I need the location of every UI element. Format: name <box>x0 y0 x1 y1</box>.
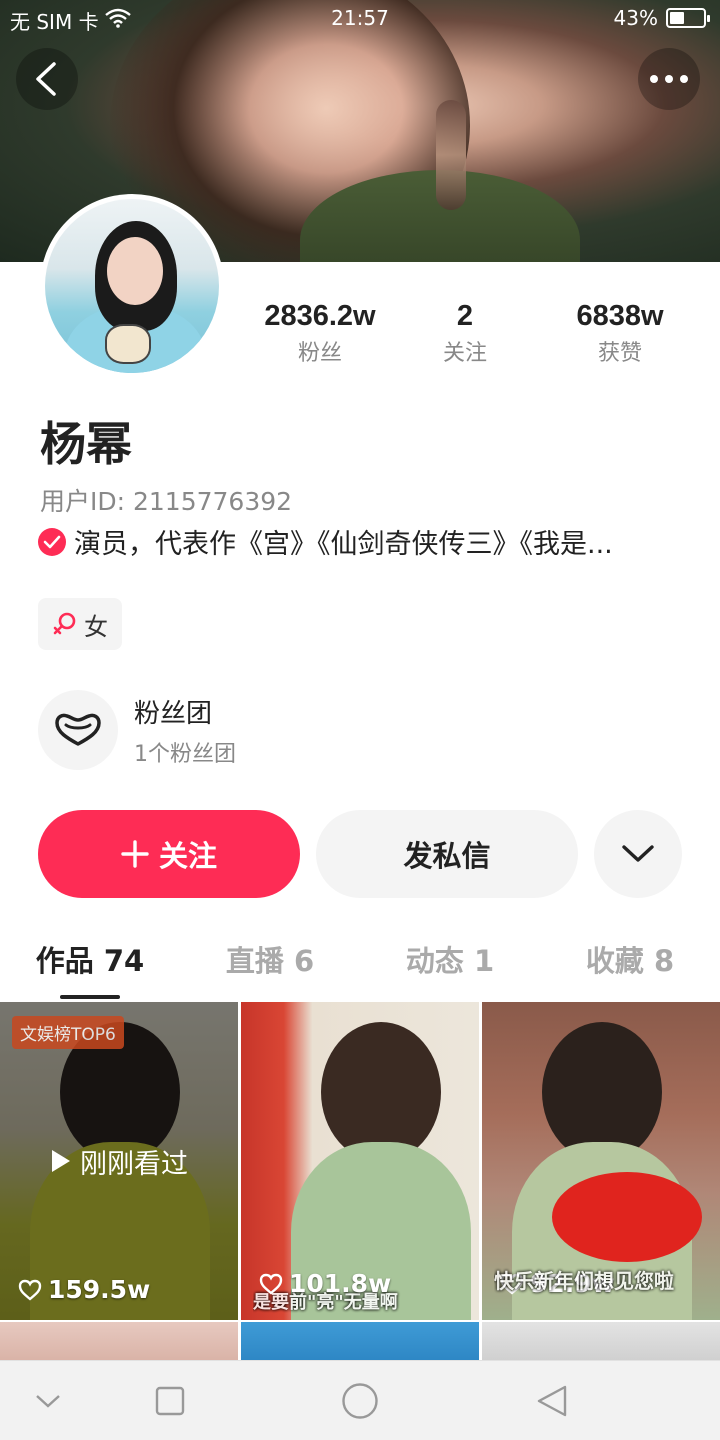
heart-icon <box>259 1273 283 1295</box>
system-nav-bar <box>0 1360 720 1440</box>
recently-watched-label: 刚刚看过 <box>80 1148 188 1180</box>
female-icon <box>53 612 76 635</box>
send-message-button[interactable]: 发私信 <box>316 810 578 898</box>
stat-value: 6838w <box>576 300 664 332</box>
tab-works[interactable]: 作品 74 <box>0 938 180 980</box>
clock: 21:57 <box>331 6 389 30</box>
profile-stats: 2836.2w 粉丝 2 关注 6838w 获赞 <box>240 300 720 367</box>
chevron-down-icon <box>622 845 654 862</box>
like-count-value: 101.8w <box>289 1269 392 1298</box>
circle-icon <box>342 1383 378 1419</box>
plus-icon <box>121 840 149 868</box>
gender-tag: 女 <box>38 598 122 650</box>
ranking-badge: 文娱榜TOP6 <box>12 1016 124 1049</box>
square-icon <box>155 1386 185 1416</box>
like-count: 159.5w <box>18 1275 150 1304</box>
tab-moments[interactable]: 动态 1 <box>360 938 540 980</box>
stat-following[interactable]: 2 关注 <box>400 300 530 367</box>
expand-button[interactable] <box>594 810 682 898</box>
heart-icon <box>18 1279 42 1301</box>
stat-label: 获赞 <box>597 341 642 366</box>
message-label: 发私信 <box>403 839 491 873</box>
nav-hide-button[interactable] <box>26 1379 70 1423</box>
chevron-left-icon <box>36 62 56 96</box>
action-buttons: 关注 发私信 <box>38 810 682 898</box>
back-button[interactable] <box>16 48 78 110</box>
fan-group-subtitle: 1个粉丝团 <box>134 741 236 767</box>
triangle-back-icon <box>537 1385 567 1417</box>
video-thumbnail[interactable] <box>0 1322 238 1362</box>
tab-favorites[interactable]: 收藏 8 <box>540 938 720 980</box>
video-thumbnail[interactable]: 刚刚看过 文娱榜TOP6 159.5w <box>0 1002 238 1320</box>
tab-indicator <box>60 995 120 999</box>
follow-button[interactable]: 关注 <box>38 810 300 898</box>
fan-group-entry[interactable]: 粉丝团 1个粉丝团 <box>38 690 236 770</box>
recently-watched-overlay: 刚刚看过 <box>0 1002 238 1320</box>
video-thumbnail[interactable] <box>482 1322 720 1362</box>
more-options-button[interactable] <box>638 48 700 110</box>
stat-value: 2836.2w <box>264 300 376 332</box>
profile-name: 杨幂 <box>40 417 132 471</box>
fan-group-title: 粉丝团 <box>134 698 213 729</box>
chevron-down-icon <box>36 1395 60 1408</box>
content-tabs: 作品 74 直播 6 动态 1 收藏 8 <box>0 938 720 1000</box>
video-thumbnail[interactable]: 是要前"亮"无量啊 101.8w <box>241 1002 479 1320</box>
bio-text: 演员，代表作《宫》《仙剑奇侠传三》《我是... <box>74 529 613 560</box>
follow-label: 关注 <box>158 839 217 873</box>
battery-icon <box>666 8 710 28</box>
red-fish-decoration <box>552 1172 702 1262</box>
like-count-value: 159.5w <box>48 1275 151 1304</box>
nav-back-button[interactable] <box>530 1379 574 1423</box>
stat-followers[interactable]: 2836.2w 粉丝 <box>240 300 400 367</box>
bio[interactable]: 演员，代表作《宫》《仙剑奇侠传三》《我是... <box>38 522 678 561</box>
video-thumbnail[interactable]: 92.9w 快乐新年们想见您啦 <box>482 1002 720 1320</box>
stat-label: 关注 <box>442 341 487 366</box>
video-caption: 快乐新年们想见您啦 <box>494 1269 674 1293</box>
play-icon <box>52 1150 70 1172</box>
video-thumbnail[interactable] <box>241 1322 479 1362</box>
nav-home-button[interactable] <box>338 1379 382 1423</box>
stat-label: 粉丝 <box>297 341 342 366</box>
stat-value: 2 <box>456 300 474 332</box>
more-dots-icon <box>650 75 688 83</box>
like-count: 101.8w <box>259 1269 391 1298</box>
nav-recents-button[interactable] <box>148 1379 192 1423</box>
fan-group-icon <box>38 690 118 770</box>
status-bar: 无 SIM 卡 21:57 43% <box>0 0 720 38</box>
tab-live[interactable]: 直播 6 <box>180 938 360 980</box>
battery-percent: 43% <box>613 6 658 30</box>
stat-likes[interactable]: 6838w 获赞 <box>540 300 700 367</box>
user-id: 用户ID: 2115776392 <box>40 487 293 516</box>
verified-icon <box>38 527 66 556</box>
gender-label: 女 <box>84 612 108 641</box>
avatar[interactable] <box>40 194 224 378</box>
